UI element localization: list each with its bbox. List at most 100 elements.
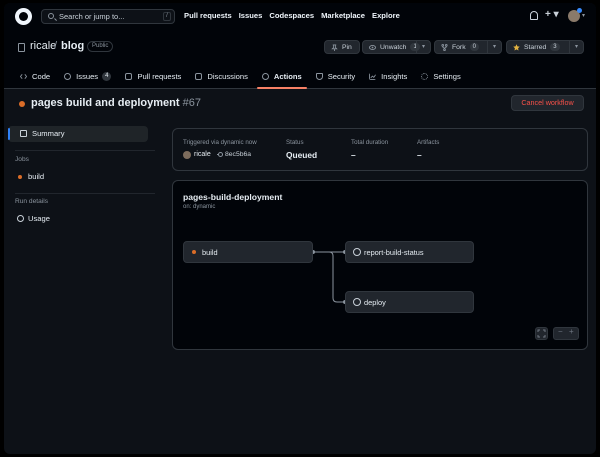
issue-icon — [64, 73, 72, 80]
search-icon — [48, 13, 54, 19]
job-deploy-label: deploy — [364, 298, 386, 307]
chevron-down-icon[interactable]: ▾ — [582, 12, 585, 19]
sidebar-run-details-heading: Run details — [15, 198, 48, 205]
chevron-down-icon[interactable]: ▾ — [569, 41, 583, 53]
zoom-controls: − + — [553, 327, 579, 340]
tab-actions[interactable]: Actions — [255, 71, 309, 89]
search-input[interactable]: Search or jump to... / — [41, 9, 175, 24]
chevron-down-icon[interactable]: ▾ — [487, 41, 501, 53]
job-node-build[interactable]: build — [183, 241, 313, 263]
shield-icon — [315, 73, 323, 80]
run-title-text: pages build and deployment — [31, 97, 180, 109]
create-new-dropdown[interactable]: + ▾ — [545, 9, 559, 20]
run-status-dot — [19, 101, 25, 107]
repo-tabs: Code Issues 4 Pull requests Discussions … — [4, 71, 468, 89]
tab-actions-label: Actions — [273, 72, 302, 81]
issues-count: 4 — [102, 72, 112, 81]
duration-label: Total duration — [351, 139, 389, 146]
zoom-out-button[interactable]: − — [558, 327, 563, 336]
tab-pull-requests[interactable]: Pull requests — [118, 71, 188, 89]
tab-code-label: Code — [32, 72, 51, 81]
job-node-deploy[interactable]: deploy — [345, 291, 474, 313]
nav-codespaces[interactable]: Codespaces — [269, 11, 314, 20]
tab-discussions-label: Discussions — [207, 72, 248, 81]
job-pending-circle-icon — [353, 298, 361, 306]
run-number: #67 — [182, 97, 201, 109]
fork-icon — [441, 43, 448, 51]
home-icon — [20, 130, 27, 137]
fullscreen-icon — [537, 329, 546, 338]
user-avatar[interactable] — [568, 8, 582, 22]
artifacts-label: Artifacts — [417, 139, 440, 146]
starred-button[interactable]: Starred 3 ▾ — [506, 40, 584, 54]
job-node-report-build-status[interactable]: report-build-status — [345, 241, 474, 263]
notifications-bell-icon[interactable] — [530, 11, 538, 20]
triggered-label: Triggered via dynamic now — [183, 139, 257, 146]
github-logo-icon[interactable] — [15, 8, 32, 25]
pin-label: Pin — [342, 43, 352, 51]
repo-slash: / — [54, 40, 58, 52]
avatar — [183, 151, 191, 159]
workflow-graph: pages-build-deployment on: dynamic build… — [172, 180, 588, 350]
run-title: pages build and deployment #67 — [31, 97, 201, 109]
job-connectors — [311, 250, 347, 304]
tab-code[interactable]: Code — [13, 71, 57, 89]
repo-owner-link[interactable]: ricale — [30, 40, 56, 52]
commit-icon — [217, 152, 223, 157]
fullscreen-button[interactable] — [535, 327, 548, 340]
nav-pull-requests[interactable]: Pull requests — [184, 11, 232, 20]
unwatch-button[interactable]: Unwatch 1 ▾ — [362, 40, 431, 54]
sidebar-divider — [15, 150, 155, 151]
zoom-in-button[interactable]: + — [569, 327, 574, 336]
tab-security[interactable]: Security — [309, 71, 362, 89]
job-report-label: report-build-status — [364, 248, 424, 257]
job-pending-circle-icon — [353, 248, 361, 256]
job-status-dot — [18, 175, 22, 179]
nav-issues[interactable]: Issues — [239, 11, 263, 20]
nav-explore[interactable]: Explore — [372, 11, 400, 20]
stopwatch-icon — [17, 215, 24, 222]
repo-icon — [18, 43, 25, 52]
sidebar-summary-label: Summary — [32, 129, 65, 138]
global-header: Search or jump to... / Pull requests Iss… — [4, 3, 596, 31]
code-icon — [20, 74, 27, 79]
unwatch-label: Unwatch — [380, 43, 407, 51]
nav-marketplace[interactable]: Marketplace — [321, 11, 365, 20]
tab-issues[interactable]: Issues 4 — [57, 71, 118, 89]
chevron-down-icon[interactable]: ▾ — [416, 41, 430, 53]
pin-button[interactable]: Pin — [324, 40, 360, 54]
search-placeholder: Search or jump to... — [59, 12, 125, 21]
slash-shortcut-key: / — [163, 12, 171, 21]
starred-label: Starred — [524, 43, 547, 51]
duration-value: – — [351, 150, 356, 160]
sidebar-item-summary[interactable]: Summary — [8, 126, 148, 142]
gear-icon — [421, 73, 429, 80]
tab-discussions[interactable]: Discussions — [188, 71, 255, 89]
job-queued-dot — [192, 250, 196, 254]
eye-icon — [369, 44, 376, 50]
tab-insights-label: Insights — [381, 72, 408, 81]
star-count: 3 — [550, 43, 560, 51]
fork-button[interactable]: Fork 0 ▾ — [434, 40, 502, 54]
fork-count: 0 — [469, 43, 479, 51]
commit-sha-link[interactable]: 8ec5b6a — [225, 151, 251, 158]
artifacts-value: – — [417, 150, 422, 160]
run-summary-card: Triggered via dynamic now ricale 8ec5b6a… — [172, 128, 588, 171]
visibility-badge: Public — [87, 41, 114, 52]
sidebar-item-build[interactable]: build — [28, 172, 44, 181]
browser-frame: Search or jump to... / Pull requests Iss… — [4, 3, 596, 454]
repo-header: ricale / blog Public Pin Unwatch 1 ▾ For… — [4, 31, 596, 89]
repo-name-link[interactable]: blog — [61, 40, 84, 52]
tab-issues-label: Issues — [76, 72, 99, 81]
tab-pull-requests-label: Pull requests — [137, 72, 182, 81]
sidebar-divider — [15, 193, 155, 194]
pull-request-icon — [125, 73, 133, 80]
sidebar-item-usage[interactable]: Usage — [28, 214, 50, 223]
status-value: Queued — [286, 150, 318, 160]
play-icon — [261, 73, 269, 80]
tab-settings[interactable]: Settings — [414, 71, 467, 89]
tab-insights[interactable]: Insights — [362, 71, 414, 89]
actor-username[interactable]: ricale — [194, 151, 211, 158]
cancel-workflow-button[interactable]: Cancel workflow — [511, 95, 584, 111]
job-build-label: build — [202, 248, 218, 257]
